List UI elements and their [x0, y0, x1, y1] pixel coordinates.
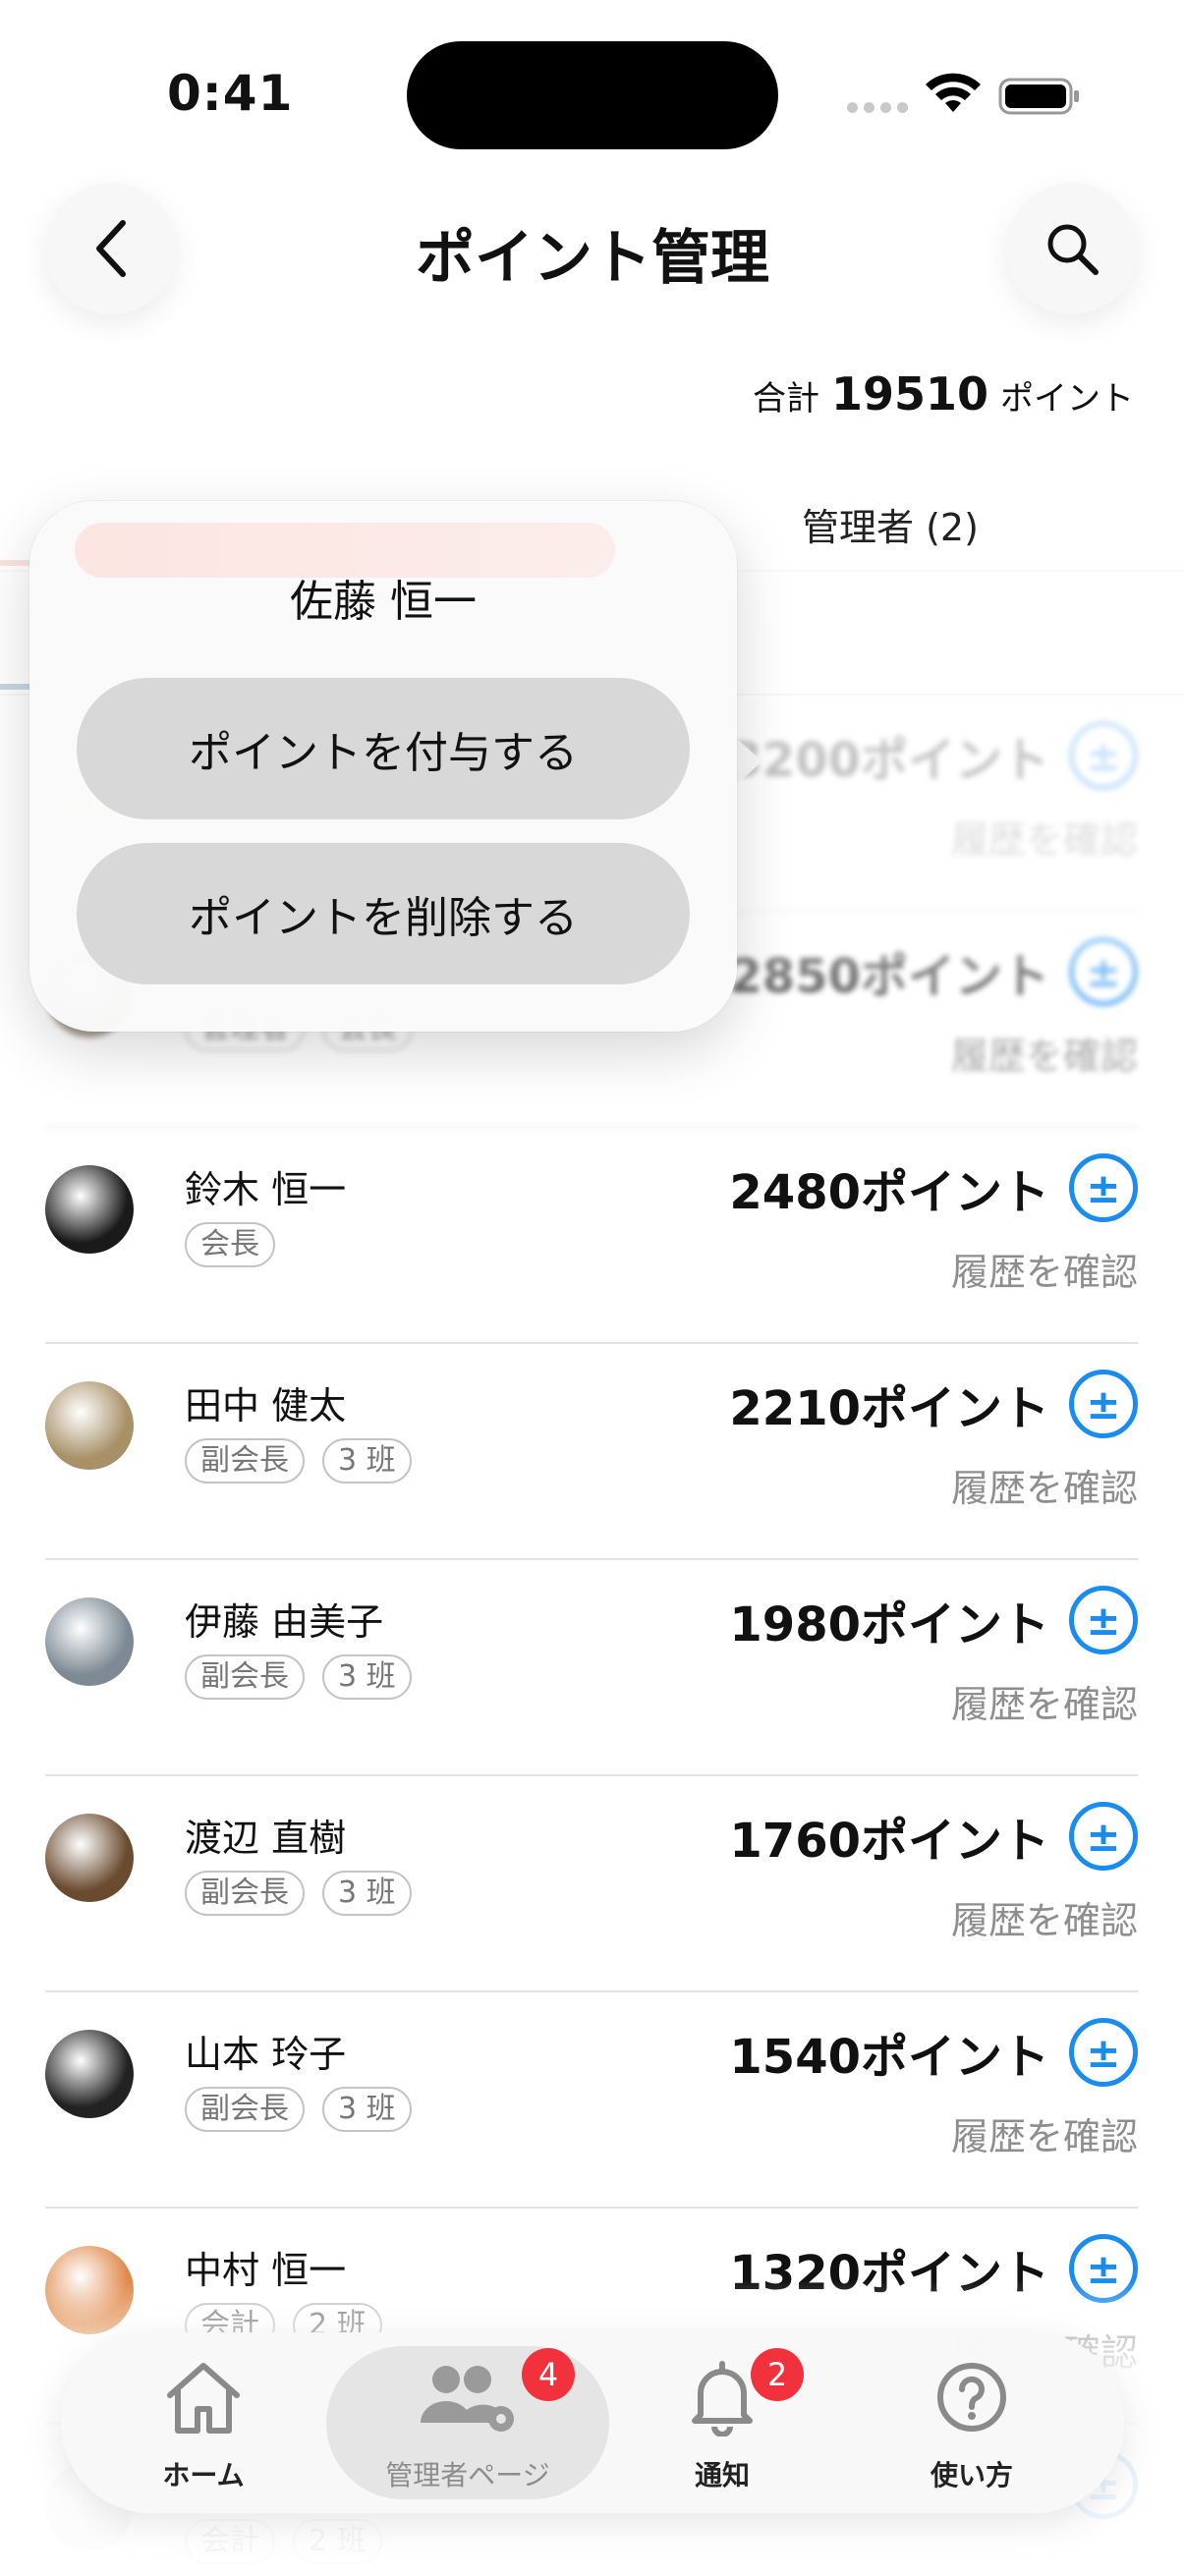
notifications-badge: 2	[751, 2348, 804, 2401]
adjust-points-icon[interactable]: ±	[1069, 2018, 1138, 2087]
add-points-button[interactable]: ポイントを付与する	[77, 678, 690, 819]
nav-admin-label: 管理者ページ	[385, 2459, 550, 2492]
admin-users-gear-icon	[421, 2366, 514, 2432]
total-label: 合計	[752, 379, 819, 419]
bell-icon	[692, 2361, 753, 2436]
status-time: 0:41	[167, 65, 294, 122]
role-tag: 副会長	[185, 1654, 305, 1700]
member-row[interactable]: 鈴木 恒一会長 2480ポイント ± 履歴を確認	[45, 1128, 1138, 1344]
nav-help-label: 使い方	[930, 2459, 1013, 2492]
history-link[interactable]: 履歴を確認	[951, 2106, 1138, 2160]
bottom-tab-bar: ホーム 管理者ページ 4 通知 2 使い方	[61, 2332, 1124, 2513]
nav-home[interactable]: ホーム	[81, 2332, 326, 2513]
history-link[interactable]: 履歴を確認	[951, 1674, 1138, 1728]
total-points: 合計 19510 ポイント	[753, 367, 1134, 420]
home-icon	[167, 2363, 240, 2434]
history-link[interactable]: 履歴を確認	[951, 1890, 1138, 1944]
role-tag: 3 班	[322, 2087, 412, 2132]
member-points: 2480ポイント	[729, 1165, 1049, 1220]
member-name: 田中 健太	[185, 1384, 347, 1428]
role-tag: 副会長	[185, 1871, 305, 1916]
member-name: 山本 玲子	[185, 2033, 347, 2076]
battery-icon	[998, 78, 1079, 115]
role-tag: 副会長	[185, 1438, 305, 1484]
avatar	[45, 1597, 134, 1686]
member-tags: 副会長 3 班	[185, 2087, 412, 2132]
history-link[interactable]: 履歴を確認	[951, 1242, 1138, 1296]
nav-home-label: ホーム	[162, 2459, 245, 2492]
member-name: 渡辺 直樹	[185, 1817, 347, 1860]
avatar	[45, 1165, 134, 1254]
member-row[interactable]: 渡辺 直樹副会長 3 班 1760ポイント ± 履歴を確認	[45, 1776, 1138, 1992]
tab-admin[interactable]: 管理者 (2)	[802, 497, 979, 551]
search-button[interactable]	[1006, 183, 1138, 314]
member-points: 1760ポイント	[729, 1814, 1049, 1869]
member-row[interactable]: 伊藤 由美子 副会長 3 班 1980ポイント ± 履歴を確認	[45, 1560, 1138, 1776]
adjust-points-icon[interactable]: ±	[1069, 1370, 1138, 1438]
admin-badge: 4	[522, 2348, 575, 2401]
member-tags: 会長	[185, 1222, 275, 1267]
remove-points-button[interactable]: ポイントを削除する	[77, 843, 690, 984]
help-icon	[937, 2363, 1006, 2432]
popover-member-name: 佐藤 恒一	[290, 577, 477, 627]
role-tag: 3 班	[322, 1871, 412, 1916]
member-points: 1980ポイント	[729, 1597, 1049, 1652]
role-tag: 副会長	[185, 2087, 305, 2132]
member-tags: 副会長 3 班	[185, 1871, 412, 1916]
search-icon	[1047, 224, 1099, 275]
dynamic-island	[407, 41, 778, 149]
total-unit: ポイント	[1000, 379, 1134, 419]
member-tags: 副会長 3 班	[185, 1654, 412, 1700]
member-tags: 副会長 3 班	[185, 1438, 412, 1484]
member-points: 2210ポイント	[729, 1381, 1049, 1436]
member-points: 1540ポイント	[729, 2030, 1049, 2085]
total-value: 19510	[830, 367, 988, 420]
avatar	[45, 1814, 134, 1902]
role-tag: 3 班	[322, 1654, 412, 1700]
points-action-popover: 佐藤 恒一 ポイントを付与する ポイントを削除する	[29, 501, 737, 1032]
avatar	[45, 1381, 134, 1470]
wifi-icon	[926, 73, 981, 112]
nav-notifications-label: 通知	[694, 2459, 750, 2492]
member-row[interactable]: 田中 健太副会長 3 班 2210ポイント ± 履歴を確認	[45, 1344, 1138, 1560]
member-row[interactable]: 山本 玲子副会長 3 班 1540ポイント ± 履歴を確認	[45, 1992, 1138, 2209]
nav-admin[interactable]: 管理者ページ 4	[345, 2332, 591, 2513]
avatar	[45, 2030, 134, 2118]
cellular-signal-icon	[847, 102, 908, 113]
member-name: 鈴木 恒一	[185, 1168, 347, 1211]
adjust-points-icon[interactable]: ±	[1069, 1153, 1138, 1222]
role-tag: 会長	[185, 1222, 275, 1267]
status-bar: 0:41	[0, 0, 1185, 177]
member-name: 伊藤 由美子	[185, 1600, 384, 1644]
history-link[interactable]: 履歴を確認	[951, 1458, 1138, 1512]
adjust-points-icon[interactable]: ±	[1069, 1802, 1138, 1871]
nav-notifications[interactable]: 通知 2	[599, 2332, 845, 2513]
role-tag: 3 班	[322, 1438, 412, 1484]
nav-help[interactable]: 使い方	[849, 2332, 1095, 2513]
adjust-points-icon[interactable]: ±	[1069, 1586, 1138, 1654]
